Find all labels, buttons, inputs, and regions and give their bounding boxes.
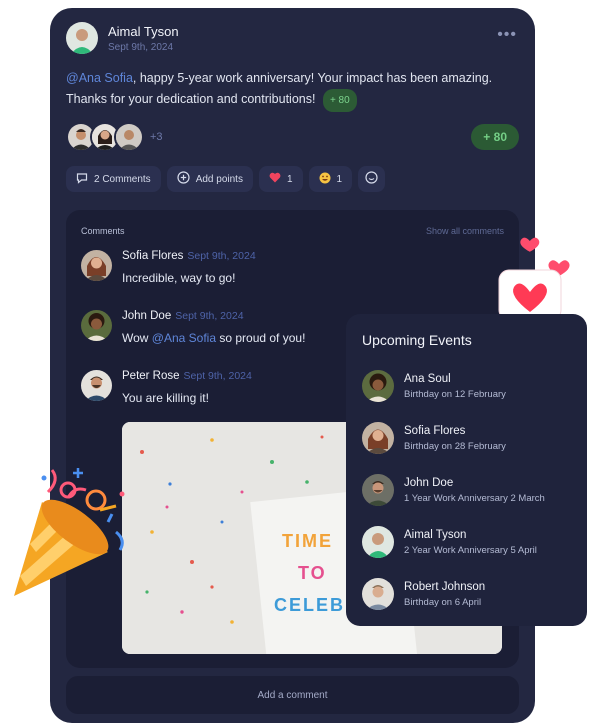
show-all-comments-link[interactable]: Show all comments bbox=[426, 226, 504, 236]
event-avatar bbox=[362, 422, 394, 454]
post-text-line2: Thanks for your dedication and contribut… bbox=[66, 92, 316, 106]
event-description: 1 Year Work Anniversary 2 March bbox=[404, 492, 545, 504]
heart-count: 1 bbox=[286, 173, 293, 185]
comments-button-label: 2 Comments bbox=[94, 173, 151, 185]
commenter-avatar[interactable] bbox=[81, 370, 112, 401]
event-description: Birthday on 28 February bbox=[404, 440, 506, 452]
event-avatar bbox=[362, 526, 394, 558]
comment-text: Wow @Ana Sofia so proud of you! bbox=[122, 331, 305, 345]
laugh-emoji-icon bbox=[319, 172, 331, 187]
event-item[interactable]: Sofia Flores Birthday on 28 February bbox=[362, 422, 506, 454]
post-date: Sept 9th, 2024 bbox=[108, 41, 174, 53]
reactors[interactable]: +3 bbox=[66, 122, 163, 152]
post-text-line1: , happy 5-year work anniversary! Your im… bbox=[132, 71, 493, 85]
laugh-reaction-button[interactable]: 1 bbox=[308, 166, 353, 192]
add-points-label: Add points bbox=[195, 173, 243, 185]
commenter-name[interactable]: John Doe bbox=[122, 310, 171, 322]
comment-mention[interactable]: @Ana Sofia bbox=[152, 331, 216, 345]
event-name: John Doe bbox=[404, 476, 454, 489]
event-item[interactable]: Ana Soul Birthday on 12 February bbox=[362, 370, 506, 402]
party-popper-icon bbox=[8, 462, 138, 612]
add-reaction-button[interactable] bbox=[358, 166, 386, 192]
laugh-count: 1 bbox=[336, 173, 343, 185]
plus-circle-icon bbox=[177, 171, 190, 187]
comment-date: Sept 9th, 2024 bbox=[175, 310, 244, 322]
event-item[interactable]: Aimal Tyson 2 Year Work Anniversary 5 Ap… bbox=[362, 526, 537, 558]
comment-date: Sept 9th, 2024 bbox=[183, 370, 252, 382]
event-name: Aimal Tyson bbox=[404, 528, 467, 541]
heart-icon bbox=[269, 172, 281, 186]
event-description: Birthday on 12 February bbox=[404, 388, 506, 400]
post-mention[interactable]: @Ana Sofia bbox=[66, 71, 133, 85]
photo-text-line2: TO bbox=[298, 563, 327, 583]
commenter-name[interactable]: Sofia Flores bbox=[122, 250, 183, 262]
comment-icon bbox=[76, 172, 88, 187]
comment-date: Sept 9th, 2024 bbox=[187, 250, 256, 262]
event-description: 2 Year Work Anniversary 5 April bbox=[404, 544, 537, 556]
event-name: Ana Soul bbox=[404, 372, 451, 385]
points-badge: + 80 bbox=[471, 124, 519, 150]
comment-text-pre: Wow bbox=[122, 331, 152, 345]
event-avatar bbox=[362, 474, 394, 506]
reactor-avatar bbox=[114, 122, 144, 152]
comment-text: You are killing it! bbox=[122, 391, 209, 405]
comment-text-post: so proud of you! bbox=[216, 331, 306, 345]
comment-text: Incredible, way to go! bbox=[122, 271, 236, 285]
upcoming-events-title: Upcoming Events bbox=[362, 332, 472, 348]
event-description: Birthday on 6 April bbox=[404, 596, 482, 608]
author-avatar[interactable] bbox=[66, 22, 98, 54]
heart-speech-bubble-icon bbox=[497, 232, 577, 327]
comment-item: Sofia Flores Sept 9th, 2024 Incredible, w… bbox=[81, 250, 256, 285]
post-header: Aimal Tyson Sept 9th, 2024 bbox=[66, 22, 179, 54]
reactors-more-count[interactable]: +3 bbox=[150, 131, 163, 143]
add-reaction-icon bbox=[365, 171, 378, 187]
event-item[interactable]: John Doe 1 Year Work Anniversary 2 March bbox=[362, 474, 545, 506]
comment-item: John Doe Sept 9th, 2024 Wow @Ana Sofia so… bbox=[81, 310, 305, 345]
commenter-name[interactable]: Peter Rose bbox=[122, 370, 180, 382]
commenter-avatar[interactable] bbox=[81, 250, 112, 281]
commenter-avatar[interactable] bbox=[81, 310, 112, 341]
comments-button[interactable]: 2 Comments bbox=[66, 166, 161, 192]
action-bar: 2 Comments Add points 1 1 bbox=[66, 166, 386, 192]
event-item[interactable]: Robert Johnson Birthday on 6 April bbox=[362, 578, 485, 610]
photo-text-line1: TIME bbox=[282, 531, 333, 551]
inline-points-badge: + 80 bbox=[322, 89, 357, 112]
comment-item: Peter Rose Sept 9th, 2024 You are killing… bbox=[81, 370, 252, 405]
event-avatar bbox=[362, 578, 394, 610]
post-text: @Ana Sofia, happy 5-year work anniversar… bbox=[66, 68, 516, 112]
event-name: Robert Johnson bbox=[404, 580, 486, 593]
heart-reaction-button[interactable]: 1 bbox=[258, 166, 303, 192]
add-comment-input[interactable]: Add a comment bbox=[66, 676, 519, 714]
event-avatar bbox=[362, 370, 394, 402]
add-points-button[interactable]: Add points bbox=[166, 166, 253, 192]
event-name: Sofia Flores bbox=[404, 424, 466, 437]
upcoming-events-panel: Upcoming Events Ana Soul Birthday on 12 … bbox=[346, 314, 587, 626]
author-name[interactable]: Aimal Tyson bbox=[108, 24, 179, 39]
comments-heading: Comments bbox=[81, 226, 125, 236]
more-icon[interactable]: ••• bbox=[497, 26, 517, 44]
